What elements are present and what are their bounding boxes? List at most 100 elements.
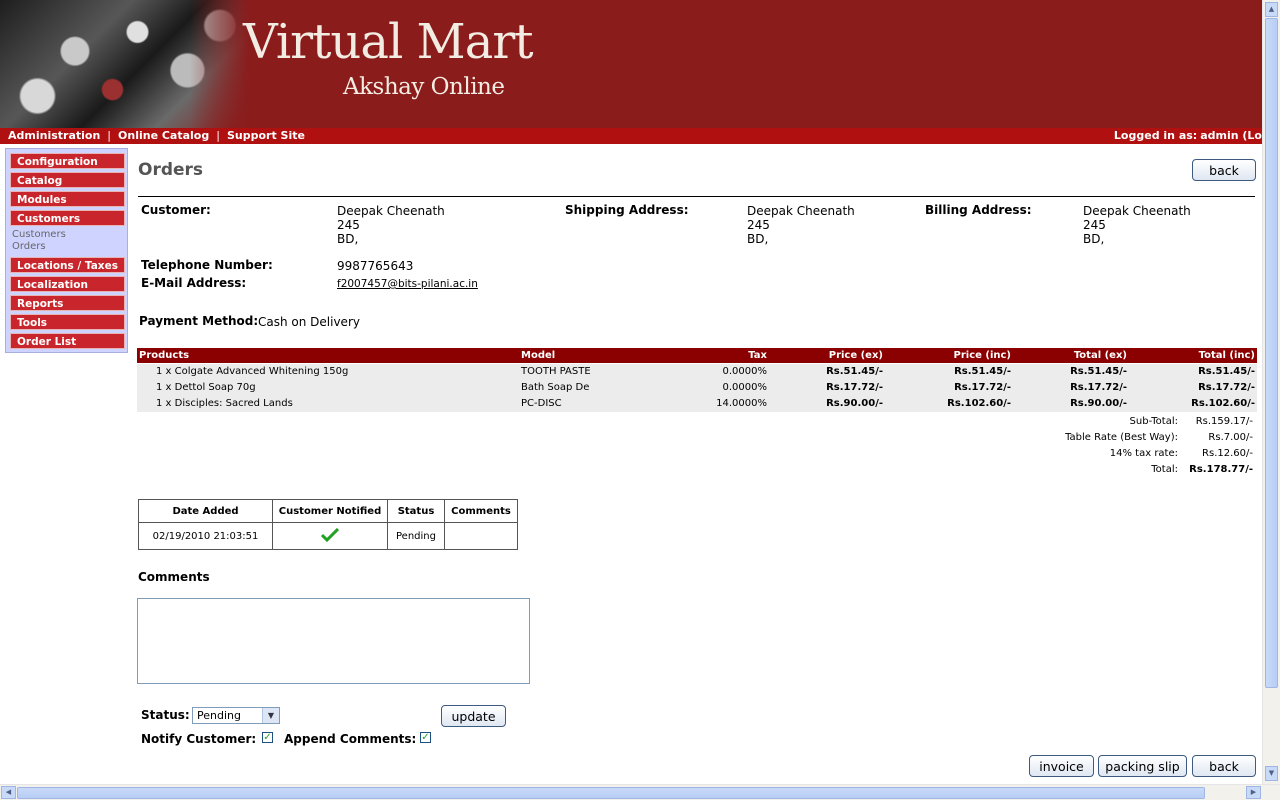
- invoice-button[interactable]: invoice: [1029, 755, 1094, 777]
- back-button-bottom[interactable]: back: [1192, 755, 1256, 777]
- status-selected-value: Pending: [197, 709, 241, 722]
- total-label: Total:: [1151, 464, 1178, 475]
- nav-separator: |: [107, 129, 112, 142]
- scroll-left-icon[interactable]: ◀: [1, 786, 16, 799]
- product-price-inc: Rs.102.60/-: [947, 398, 1011, 409]
- history-header-row: Date Added Customer Notified Status Comm…: [138, 499, 518, 523]
- sidebar-item-catalog[interactable]: Catalog: [10, 172, 125, 188]
- billing-address-line: BD,: [1083, 232, 1105, 246]
- product-model: Bath Soap De: [521, 382, 590, 393]
- nav-separator: |: [216, 129, 220, 142]
- sidebar-item-configuration[interactable]: Configuration: [10, 153, 125, 169]
- horizontal-scroll-thumb[interactable]: [17, 787, 1205, 799]
- products-table-header: Products Model Tax Price (ex) Price (inc…: [137, 348, 1257, 363]
- billing-address-line: Deepak Cheenath: [1083, 204, 1191, 218]
- billing-address-label: Billing Address:: [925, 203, 1032, 217]
- update-button[interactable]: update: [441, 705, 506, 727]
- billing-address-line: 245: [1083, 218, 1106, 232]
- sidebar-item-reports[interactable]: Reports: [10, 295, 125, 311]
- shipping-address-line: Deepak Cheenath: [747, 204, 855, 218]
- product-price-inc: Rs.17.72/-: [954, 382, 1011, 393]
- nav-link-online-catalog[interactable]: Online Catalog: [118, 129, 209, 142]
- shipping-address-line: BD,: [747, 232, 769, 246]
- column-header-date-added: Date Added: [138, 499, 273, 523]
- column-header-products: Products: [139, 350, 190, 361]
- customer-address-line: 245: [337, 218, 360, 232]
- product-price-ex: Rs.17.72/-: [826, 382, 883, 393]
- site-banner: Virtual Mart Akshay Online: [0, 0, 1262, 128]
- order-totals: Sub-Total: Rs.159.17/- Table Rate (Best W…: [900, 414, 1253, 478]
- title-divider: [138, 196, 1255, 197]
- product-total-inc: Rs.51.45/-: [1198, 366, 1255, 377]
- column-header-total-inc: Total (inc): [1198, 350, 1255, 361]
- checkmark-icon: ✓: [263, 732, 272, 743]
- product-tax: 0.0000%: [722, 366, 768, 377]
- subtotal-value: Rs.159.17/-: [1195, 416, 1253, 427]
- scroll-up-icon[interactable]: ▲: [1265, 2, 1278, 17]
- email-link[interactable]: f2007457@bits-pilani.ac.in: [337, 278, 478, 290]
- column-header-tax: Tax: [748, 350, 767, 361]
- scroll-right-icon[interactable]: ▶: [1246, 786, 1261, 799]
- append-comments-checkbox[interactable]: ✓: [420, 732, 431, 743]
- column-header-customer-notified: Customer Notified: [272, 499, 388, 523]
- telephone-value: 9987765643: [337, 259, 414, 273]
- site-title: Virtual Mart: [243, 14, 534, 70]
- notify-customer-checkbox[interactable]: ✓: [262, 732, 273, 743]
- status-label: Status:: [141, 708, 190, 722]
- table-row: 1 x Colgate Advanced Whitening 150g TOOT…: [137, 364, 1257, 380]
- history-comments: [444, 522, 518, 550]
- nav-link-administration[interactable]: Administration: [8, 129, 100, 142]
- column-header-comments: Comments: [444, 499, 518, 523]
- status-select[interactable]: Pending ▼: [192, 707, 280, 724]
- sidebar-item-locations-taxes[interactable]: Locations / Taxes: [10, 257, 125, 273]
- vertical-scrollbar[interactable]: ▲ ▼: [1262, 0, 1280, 784]
- status-history-table: Date Added Customer Notified Status Comm…: [138, 499, 518, 550]
- admin-sidebar: Configuration Catalog Modules Customers …: [5, 148, 128, 353]
- sidebar-item-customers[interactable]: Customers: [10, 210, 125, 226]
- sidebar-subitem-customers[interactable]: Customers: [12, 229, 66, 240]
- column-header-status: Status: [387, 499, 445, 523]
- banner-artwork: [0, 0, 250, 128]
- product-price-ex: Rs.51.45/-: [826, 366, 883, 377]
- packing-slip-button[interactable]: packing slip: [1098, 755, 1187, 777]
- page-title: Orders: [138, 160, 204, 180]
- customer-address: Deepak Cheenath 245 BD,: [337, 204, 445, 246]
- notify-customer-label: Notify Customer:: [141, 732, 257, 746]
- telephone-label: Telephone Number:: [141, 258, 273, 272]
- email-label: E-Mail Address:: [141, 276, 247, 290]
- append-comments-label: Append Comments:: [284, 732, 417, 746]
- totals-row: Total: Rs.178.77/-: [900, 462, 1253, 478]
- comments-label: Comments: [138, 570, 210, 584]
- total-value: Rs.178.77/-: [1189, 464, 1253, 475]
- column-header-price-inc: Price (inc): [953, 350, 1012, 361]
- product-model: TOOTH PASTE: [521, 366, 591, 377]
- horizontal-scrollbar[interactable]: ◀ ▶: [0, 784, 1280, 800]
- product-name: 1 x Disciples: Sacred Lands: [156, 398, 293, 409]
- vertical-scroll-thumb[interactable]: [1265, 18, 1278, 688]
- products-table-body: 1 x Colgate Advanced Whitening 150g TOOT…: [137, 364, 1257, 412]
- sidebar-item-order-list[interactable]: Order List: [10, 333, 125, 349]
- totals-row: Sub-Total: Rs.159.17/-: [900, 414, 1253, 430]
- totals-row: Table Rate (Best Way): Rs.7.00/-: [900, 430, 1253, 446]
- history-notified: [272, 522, 388, 550]
- sidebar-item-tools[interactable]: Tools: [10, 314, 125, 330]
- site-subtitle: Akshay Online: [343, 74, 505, 100]
- back-button-top[interactable]: back: [1192, 159, 1256, 181]
- sidebar-subitem-orders[interactable]: Orders: [12, 241, 46, 252]
- product-price-ex: Rs.90.00/-: [826, 398, 883, 409]
- table-row: 02/19/2010 21:03:51 Pending: [138, 522, 518, 550]
- tax-value: Rs.12.60/-: [1202, 448, 1253, 459]
- payment-method-label: Payment Method:: [139, 314, 259, 328]
- sidebar-item-localization[interactable]: Localization: [10, 276, 125, 292]
- chevron-down-icon[interactable]: ▼: [262, 708, 279, 723]
- shipping-address-label: Shipping Address:: [565, 203, 689, 217]
- nav-link-support-site[interactable]: Support Site: [227, 129, 305, 142]
- product-total-inc: Rs.17.72/-: [1198, 382, 1255, 393]
- check-icon: [320, 527, 340, 542]
- checkmark-icon: ✓: [421, 732, 430, 743]
- sidebar-item-modules[interactable]: Modules: [10, 191, 125, 207]
- scroll-down-icon[interactable]: ▼: [1265, 766, 1278, 781]
- tax-label: 14% tax rate:: [1109, 448, 1178, 459]
- comments-textarea[interactable]: [137, 598, 530, 684]
- column-header-model: Model: [521, 350, 556, 361]
